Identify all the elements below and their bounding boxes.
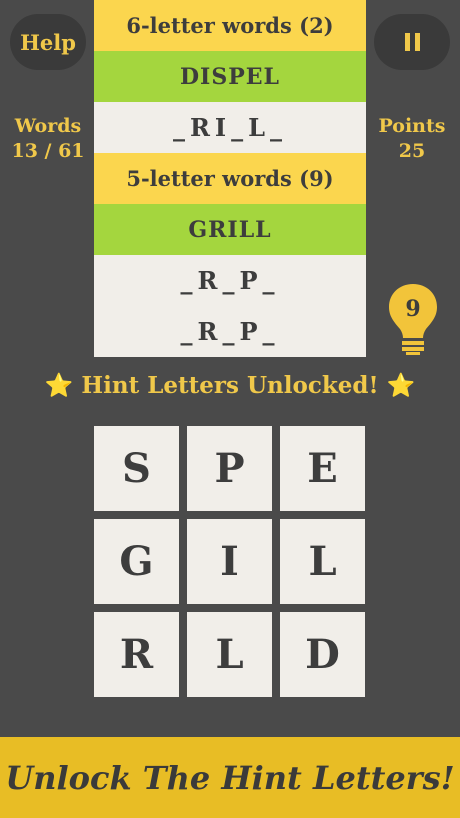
- solved-word: GRILL: [94, 204, 366, 255]
- unsolved-word: _R_P_: [94, 306, 366, 357]
- help-label: Help: [20, 29, 76, 55]
- unsolved-word: _R_P_: [94, 255, 366, 306]
- words-value: 13 / 61: [11, 140, 85, 162]
- five-letter-header: 5-letter words (9): [94, 153, 366, 204]
- hint-message: ⭐ Hint Letters Unlocked! ⭐: [0, 372, 460, 399]
- letter-tile[interactable]: E: [280, 426, 365, 511]
- letter-tile[interactable]: R: [94, 612, 179, 697]
- letter-tile[interactable]: L: [187, 612, 272, 697]
- letter-tile[interactable]: L: [280, 519, 365, 604]
- hint-count: 9: [405, 296, 420, 322]
- banner-text: Unlock The Hint Letters!: [5, 758, 455, 797]
- lightbulb-icon: 9: [389, 284, 437, 355]
- letter-grid: S P E G I L R L D: [94, 426, 366, 697]
- points-stat: Points 25: [372, 114, 452, 164]
- words-stat: Words 13 / 61: [8, 114, 88, 164]
- letter-tile[interactable]: S: [94, 426, 179, 511]
- letter-tile[interactable]: P: [187, 426, 272, 511]
- star-icon: ⭐: [44, 373, 74, 399]
- hint-message-text: Hint Letters Unlocked!: [81, 372, 379, 399]
- letter-tile[interactable]: G: [94, 519, 179, 604]
- help-button[interactable]: Help: [10, 14, 86, 70]
- words-label: Words: [14, 115, 82, 137]
- promo-banner: Unlock The Hint Letters!: [0, 737, 460, 818]
- word-list: 6-letter words (2) DISPEL _RI_L_ 5-lette…: [94, 0, 366, 357]
- points-label: Points: [378, 115, 446, 137]
- six-letter-header: 6-letter words (2): [94, 0, 366, 51]
- pause-button[interactable]: [374, 14, 450, 70]
- unsolved-word: _RI_L_: [94, 102, 366, 153]
- hint-lightbulb-button[interactable]: 9: [387, 282, 439, 356]
- points-value: 25: [398, 140, 426, 162]
- star-icon: ⭐: [386, 373, 416, 399]
- solved-word: DISPEL: [94, 51, 366, 102]
- letter-tile[interactable]: D: [280, 612, 365, 697]
- letter-tile[interactable]: I: [187, 519, 272, 604]
- pause-icon: [404, 33, 420, 51]
